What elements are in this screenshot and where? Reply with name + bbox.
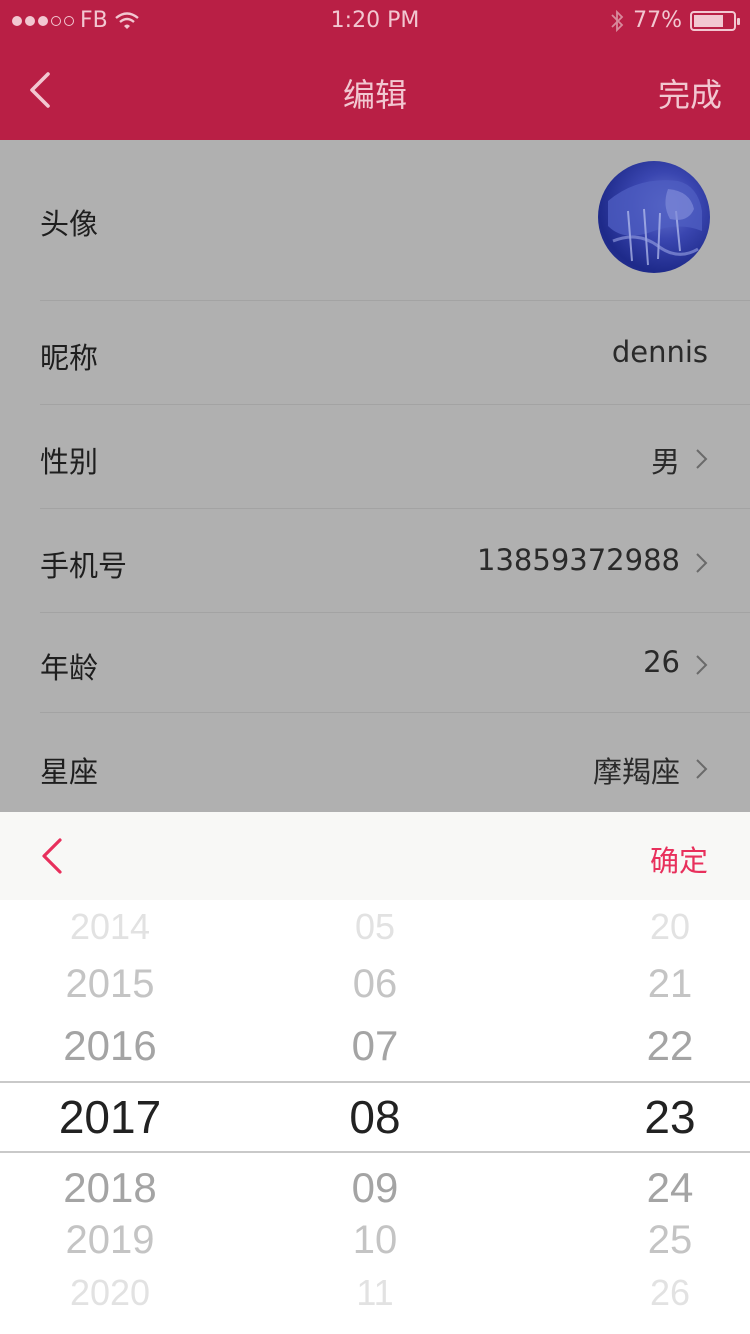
bluetooth-icon	[611, 9, 624, 32]
month-option[interactable]: 10	[300, 1218, 450, 1263]
year-selected[interactable]: 2017	[30, 1090, 190, 1144]
day-selected[interactable]: 23	[595, 1090, 745, 1144]
chevron-right-icon	[696, 759, 708, 779]
avatar-label: 头像	[40, 207, 99, 241]
month-option[interactable]: 06	[300, 962, 450, 1007]
gender-value: 男	[650, 445, 680, 479]
phone-label: 手机号	[40, 549, 128, 583]
chevron-right-icon	[696, 655, 708, 675]
nickname-value: dennis	[611, 335, 708, 369]
chevron-right-icon	[696, 449, 708, 469]
status-right: 77%	[609, 8, 740, 33]
month-column[interactable]: 05 06 07 08 09 10 11	[300, 900, 450, 1334]
chevron-right-icon	[696, 553, 708, 573]
nickname-label: 昵称	[40, 341, 99, 375]
avatar-row[interactable]: 头像	[40, 140, 750, 301]
status-bar: FB 1:20 PM 77%	[0, 0, 750, 40]
battery-percent: 77%	[633, 8, 682, 33]
year-option[interactable]: 2015	[30, 962, 190, 1007]
phone-row[interactable]: 手机号 13859372988	[40, 509, 750, 613]
gender-row[interactable]: 性别 男	[40, 405, 750, 509]
phone-value: 13859372988	[477, 543, 680, 577]
age-label: 年龄	[40, 651, 99, 685]
nickname-row[interactable]: 昵称 dennis	[40, 301, 750, 405]
gender-label: 性别	[40, 445, 99, 479]
day-option[interactable]: 26	[595, 1272, 745, 1314]
day-option[interactable]: 24	[595, 1164, 745, 1212]
chevron-left-icon[interactable]	[36, 834, 68, 878]
year-option[interactable]: 2016	[30, 1022, 190, 1070]
day-option[interactable]: 20	[595, 906, 745, 948]
picker-toolbar: 确定	[0, 812, 750, 900]
constellation-row[interactable]: 星座 摩羯座	[40, 713, 750, 812]
age-value: 26	[643, 645, 680, 679]
profile-form: 头像 昵称 dennis 性别 男 手机号 13859372988 年龄 26	[0, 140, 750, 812]
constellation-label: 星座	[40, 755, 99, 789]
year-option[interactable]: 2018	[30, 1164, 190, 1212]
page-title: 编辑	[342, 76, 407, 114]
day-option[interactable]: 22	[595, 1022, 745, 1070]
date-picker-wheel[interactable]: 2014 2015 2016 2017 2018 2019 2020 05 06 07 08 09 1…	[0, 900, 750, 1334]
month-option[interactable]: 09	[300, 1164, 450, 1212]
done-button[interactable]: 完成	[658, 70, 722, 116]
year-option[interactable]: 2014	[30, 906, 190, 948]
battery-icon	[690, 10, 740, 31]
year-column[interactable]: 2014 2015 2016 2017 2018 2019 2020	[30, 900, 190, 1334]
day-column[interactable]: 20 21 22 23 24 25 26	[595, 900, 745, 1334]
month-option[interactable]: 07	[300, 1022, 450, 1070]
avatar-image	[608, 180, 702, 266]
month-selected[interactable]: 08	[300, 1090, 450, 1144]
battery-level	[694, 14, 723, 27]
month-option[interactable]: 05	[300, 906, 450, 948]
day-option[interactable]: 21	[595, 962, 745, 1007]
day-option[interactable]: 25	[595, 1218, 745, 1263]
confirm-button[interactable]: 确定	[650, 838, 708, 880]
year-option[interactable]: 2019	[30, 1218, 190, 1263]
month-option[interactable]: 11	[300, 1272, 450, 1314]
age-row[interactable]: 年龄 26	[40, 613, 750, 713]
avatar[interactable]	[598, 161, 710, 273]
year-option[interactable]: 2020	[30, 1272, 190, 1314]
constellation-value: 摩羯座	[592, 755, 680, 789]
navigation-bar: 编辑 完成	[0, 40, 750, 140]
